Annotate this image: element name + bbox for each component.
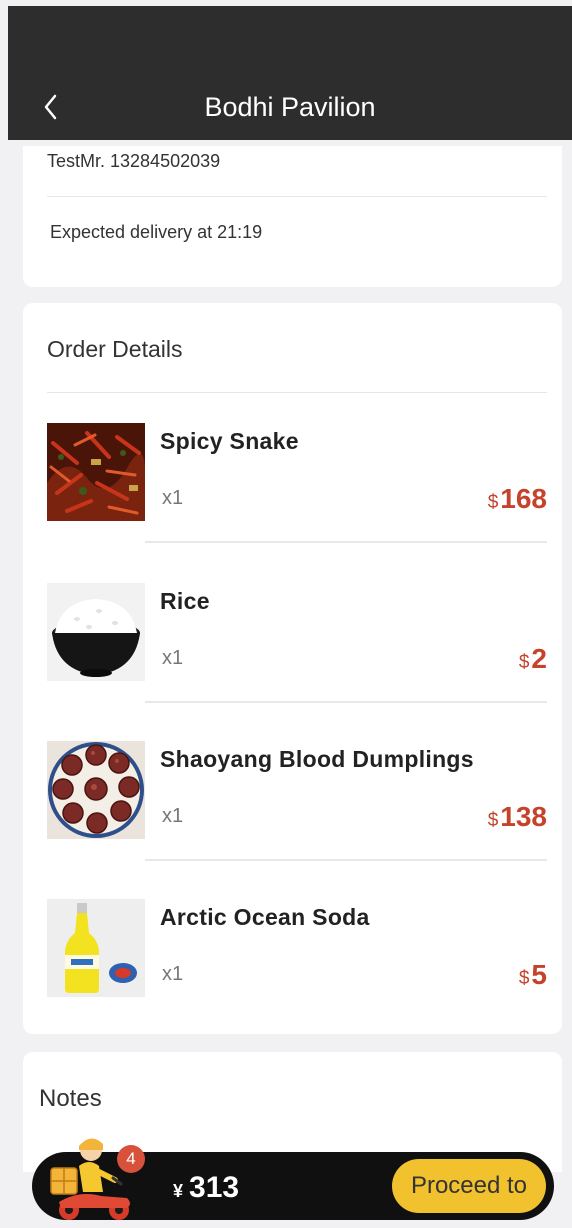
order-item: Spicy Snake x1 $168 (23, 393, 562, 551)
currency-symbol: $ (518, 652, 530, 673)
blood-dumplings-image (47, 741, 145, 839)
divider (145, 541, 547, 543)
spicy-snake-image (47, 423, 145, 521)
top-bar: Bodhi Pavilion (8, 6, 572, 140)
notes-title: Notes (39, 1085, 102, 1112)
item-name: Arctic Ocean Soda (160, 904, 370, 930)
item-price-value: 138 (500, 801, 547, 832)
order-item: Rice x1 $2 (23, 553, 562, 711)
expected-delivery-time: Expected delivery at 21:19 (50, 222, 263, 242)
order-details-title: Order Details (47, 336, 183, 362)
item-price: $168 (488, 483, 547, 515)
divider (145, 701, 547, 703)
currency-symbol: ¥ (173, 1181, 184, 1201)
divider (145, 859, 547, 861)
item-price: $2 (519, 643, 547, 675)
item-price-value: 168 (500, 483, 547, 514)
item-quantity: x1 (162, 487, 184, 509)
page-title: Bodhi Pavilion (204, 92, 376, 122)
order-details-card: Order Details Spicy Snake x1 $168 Rice x… (23, 303, 562, 1034)
order-item: Arctic Ocean Soda x1 $5 (23, 869, 562, 1027)
item-quantity: x1 (162, 805, 184, 827)
item-price-value: 2 (531, 643, 547, 674)
item-name: Shaoyang Blood Dumplings (160, 746, 474, 772)
proceed-button[interactable]: Proceed to (392, 1159, 546, 1213)
divider (47, 196, 547, 197)
item-price: $5 (519, 959, 547, 991)
delivery-info-card: TestMr. 13284502039 Expected delivery at… (23, 146, 562, 287)
item-quantity: x1 (162, 963, 184, 985)
cart-total: ¥313 (173, 1171, 239, 1208)
item-price: $138 (488, 801, 547, 833)
item-price-value: 5 (531, 959, 547, 990)
item-quantity: x1 (162, 647, 184, 669)
currency-symbol: $ (518, 968, 530, 989)
order-item: Shaoyang Blood Dumplings x1 $138 (23, 711, 562, 869)
cart-count-badge: 4 (117, 1145, 145, 1173)
rice-bowl-image (47, 583, 145, 681)
item-name: Spicy Snake (160, 428, 299, 454)
currency-symbol: $ (487, 492, 499, 513)
contact-info: TestMr. 13284502039 (47, 151, 221, 171)
item-name: Rice (160, 588, 210, 614)
soda-bottle-image (47, 899, 145, 997)
currency-symbol: $ (487, 810, 499, 831)
cart-total-value: 313 (189, 1171, 240, 1204)
